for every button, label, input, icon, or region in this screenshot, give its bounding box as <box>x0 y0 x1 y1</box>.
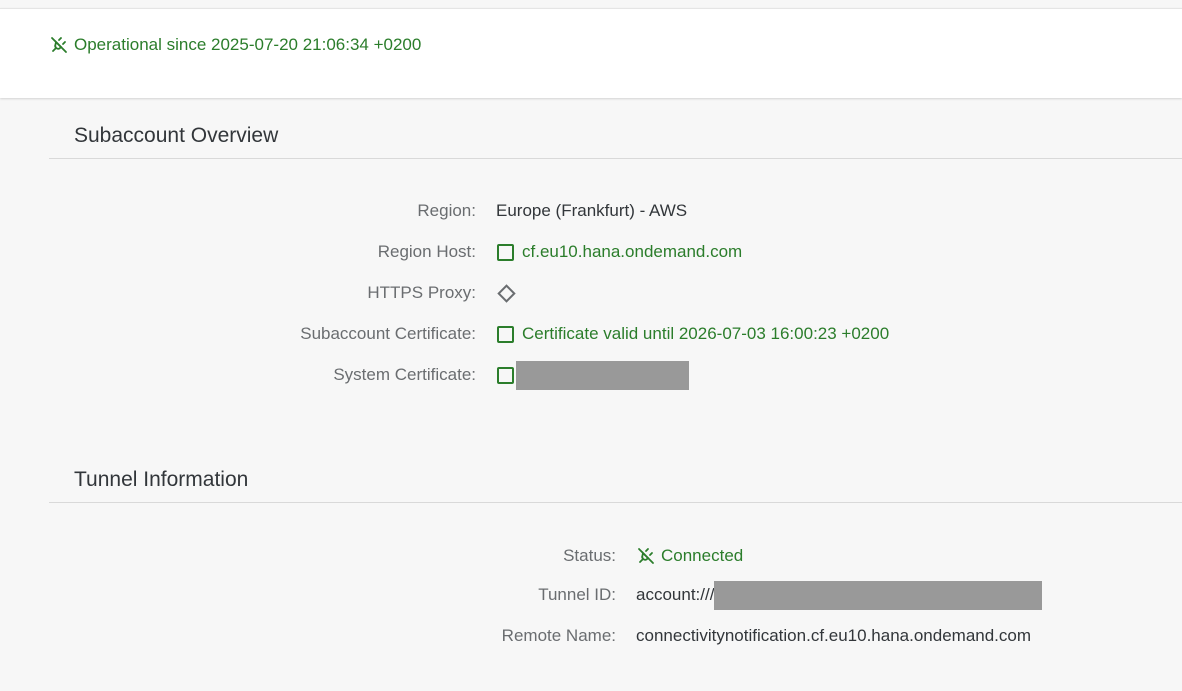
subaccount-certificate-text: Certificate valid until 2026-07-03 16:00… <box>522 324 890 343</box>
region-label: Region: <box>417 201 476 220</box>
https-proxy-row: HTTPS Proxy: <box>0 278 516 308</box>
redacted-block <box>516 360 689 390</box>
region-value: Europe (Frankfurt) - AWS <box>496 201 688 220</box>
https-proxy-label: HTTPS Proxy: <box>367 283 476 302</box>
operational-status-text: Operational since 2025-07-20 21:06:34 +0… <box>74 35 422 54</box>
diamond-icon <box>497 283 516 303</box>
tunnel-id-label: Tunnel ID: <box>538 585 616 604</box>
remote-name-value: connectivitynotification.cf.eu10.hana.on… <box>636 626 1032 645</box>
subaccount-certificate-label: Subaccount Certificate: <box>300 324 476 343</box>
region-host-text: cf.eu10.hana.ondemand.com <box>522 242 743 261</box>
system-certificate-row: System Certificate: <box>0 360 689 390</box>
region-host-label: Region Host: <box>377 242 476 261</box>
https-proxy-value <box>497 283 516 303</box>
plug-icon <box>637 547 655 565</box>
status-header: Operational since 2025-07-20 21:06:34 +0… <box>0 8 1182 98</box>
region-host-value: cf.eu10.hana.ondemand.com <box>497 242 742 262</box>
tunnel-information-divider <box>49 502 1182 503</box>
tunnel-information-title: Tunnel Information <box>74 468 249 491</box>
tunnel-id-row: Tunnel ID: account:/// <box>0 580 1043 610</box>
plug-icon <box>50 36 68 54</box>
square-status-icon <box>497 243 514 261</box>
tunnel-status-value: Connected <box>637 546 743 566</box>
tunnel-id-text: account:/// <box>636 585 715 604</box>
subaccount-overview-divider <box>49 158 1182 159</box>
square-status-icon <box>497 325 514 343</box>
subaccount-certificate-row: Subaccount Certificate: Certificate vali… <box>0 319 889 349</box>
system-certificate-value <box>497 360 689 390</box>
remote-name-row: Remote Name: connectivitynotification.cf… <box>0 621 1031 651</box>
region-row: Region: Europe (Frankfurt) - AWS <box>0 196 687 226</box>
tunnel-status-label: Status: <box>563 546 616 565</box>
redacted-block <box>714 580 1043 610</box>
subaccount-certificate-value: Certificate valid until 2026-07-03 16:00… <box>497 324 889 344</box>
tunnel-status-text: Connected <box>661 546 744 565</box>
remote-name-label: Remote Name: <box>501 626 616 645</box>
operational-status: Operational since 2025-07-20 21:06:34 +0… <box>50 35 421 55</box>
region-host-row: Region Host: cf.eu10.hana.ondemand.com <box>0 237 743 267</box>
square-status-icon <box>497 366 514 384</box>
tunnel-id-value: account:/// <box>636 580 1043 610</box>
tunnel-status-row: Status: Connected <box>0 541 743 571</box>
subaccount-overview-title: Subaccount Overview <box>74 124 279 147</box>
top-spacer <box>0 0 1182 8</box>
system-certificate-label: System Certificate: <box>333 365 476 384</box>
